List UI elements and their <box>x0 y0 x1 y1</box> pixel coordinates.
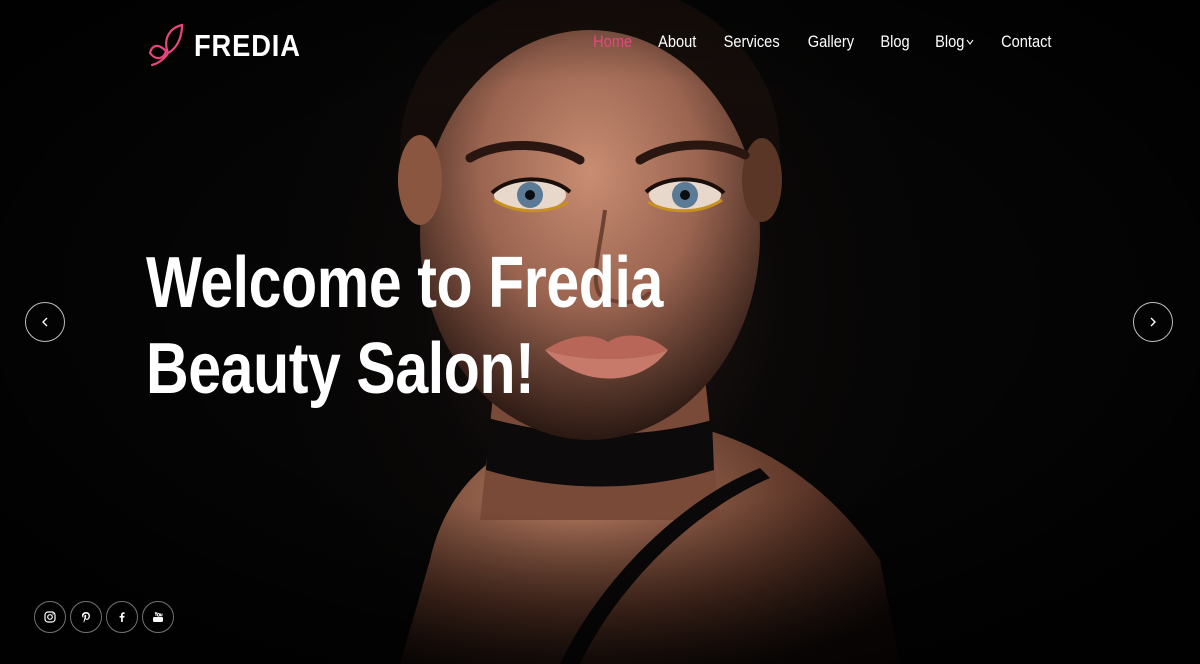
youtube-icon <box>153 611 163 622</box>
slider-next-button[interactable] <box>1133 302 1173 342</box>
instagram-button[interactable] <box>34 601 66 633</box>
brand-logo[interactable]: FREDIA <box>148 22 315 70</box>
chevron-left-icon <box>42 317 48 327</box>
hero-title-line-2: Beauty Salon! <box>146 329 535 409</box>
nav-item-blog[interactable]: Blog <box>881 32 910 52</box>
pinterest-icon <box>82 612 90 623</box>
instagram-icon <box>44 611 56 623</box>
hero-slider: FREDIA Home About Services Gallery Blog … <box>0 0 1200 664</box>
social-links <box>34 601 174 633</box>
main-nav: Home About Services Gallery Blog Blog Co… <box>590 32 1057 52</box>
nav-item-blog-dropdown[interactable]: Blog <box>936 32 975 52</box>
slider-prev-button[interactable] <box>25 302 65 342</box>
chevron-right-icon <box>1150 317 1156 327</box>
facebook-icon <box>119 612 125 622</box>
nav-item-home[interactable]: Home <box>593 32 632 52</box>
nav-item-about[interactable]: About <box>658 32 696 52</box>
nav-item-contact[interactable]: Contact <box>1002 32 1052 52</box>
youtube-button[interactable] <box>142 601 174 633</box>
butterfly-icon <box>148 23 184 67</box>
facebook-button[interactable] <box>106 601 138 633</box>
nav-item-blog-dropdown-label: Blog <box>935 32 965 51</box>
nav-item-gallery[interactable]: Gallery <box>808 32 854 52</box>
brand-name: FREDIA <box>194 28 301 63</box>
hero-title-line-1: Welcome to Fredia <box>146 243 663 323</box>
hero-title: Welcome to Fredia Beauty Salon! <box>146 240 663 412</box>
pinterest-button[interactable] <box>70 601 102 633</box>
chevron-down-icon <box>966 39 974 45</box>
nav-item-services[interactable]: Services <box>724 32 780 52</box>
